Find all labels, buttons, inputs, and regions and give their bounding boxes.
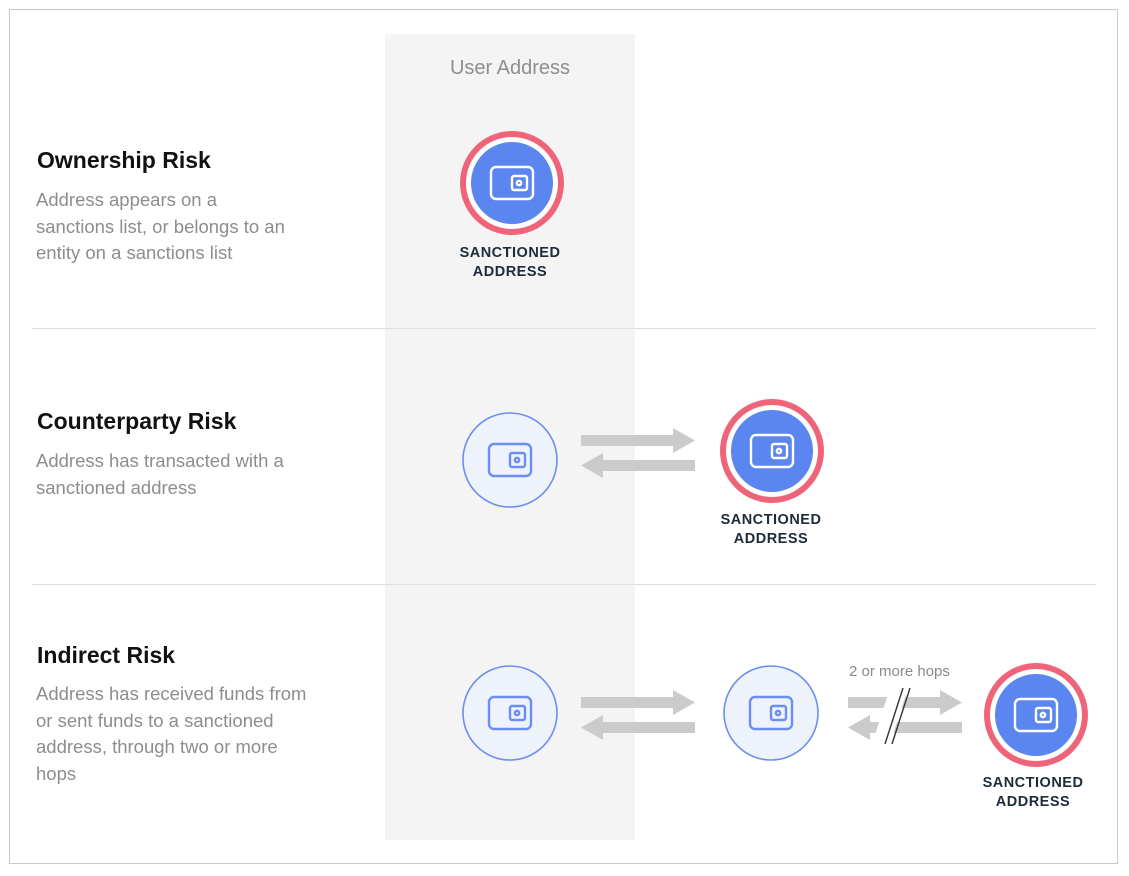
hops-label: 2 or more hops — [849, 663, 950, 680]
counterparty-risk-title: Counterparty Risk — [37, 408, 237, 434]
user-address-column-title: User Address — [449, 57, 571, 79]
broken-bidirectional-arrows-icon — [848, 688, 962, 744]
user-address-node — [462, 412, 558, 508]
sanctioned-address-node — [720, 399, 824, 503]
counterparty-risk-description: Address has transacted with a sanctioned… — [36, 450, 284, 498]
sanctioned-address-node — [984, 663, 1088, 767]
sanctioned-address-label: SANCTIONED ADDRESS — [982, 775, 1084, 810]
intermediate-address-node — [723, 665, 819, 761]
indirect-risk-description: Address has received funds from or sent … — [36, 683, 307, 784]
sanctioned-address-node — [460, 131, 564, 235]
sanctioned-address-label: SANCTIONED ADDRESS — [720, 512, 822, 547]
sanctioned-address-label: SANCTIONED ADDRESS — [459, 245, 561, 280]
bidirectional-arrows-icon — [581, 690, 695, 740]
row-divider — [32, 584, 1096, 585]
ownership-risk-title: Ownership Risk — [37, 147, 211, 173]
indirect-risk-title: Indirect Risk — [37, 642, 176, 668]
ownership-risk-description: Address appears on a sanctions list, or … — [36, 189, 285, 263]
bidirectional-arrows-icon — [581, 428, 695, 478]
user-address-node — [462, 665, 558, 761]
row-divider — [32, 328, 1096, 329]
